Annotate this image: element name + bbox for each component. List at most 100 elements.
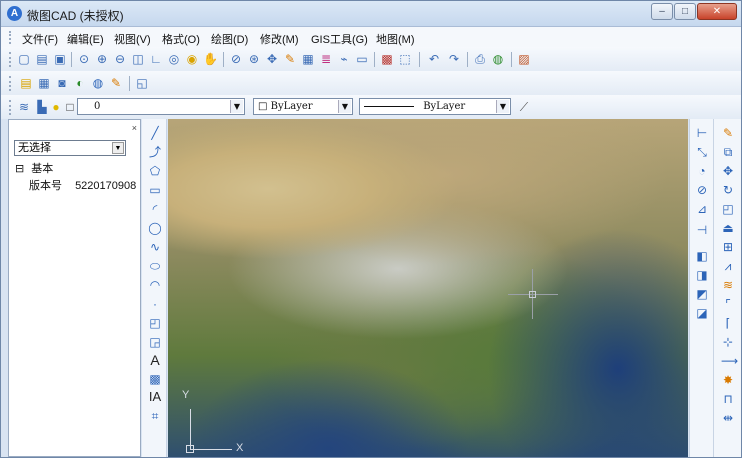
spline-icon[interactable]: ∿ bbox=[148, 240, 162, 254]
layer-state-icon[interactable]: ▙ bbox=[35, 100, 49, 114]
light-icon[interactable]: ◉ bbox=[185, 52, 199, 66]
globe-icon[interactable]: ◍ bbox=[491, 52, 505, 66]
polygon-icon[interactable]: ⬠ bbox=[148, 164, 162, 178]
polyline-icon[interactable]: ⤴ bbox=[148, 145, 162, 159]
menu-draw[interactable]: 绘图(D) bbox=[211, 31, 248, 47]
ruler-icon[interactable]: ◫ bbox=[131, 52, 145, 66]
note-icon[interactable]: ▤ bbox=[19, 76, 33, 90]
dimension-continue-icon[interactable]: ⊣ bbox=[695, 223, 709, 237]
stretch-icon[interactable]: ⏏ bbox=[721, 221, 735, 235]
cloud-icon[interactable]: ◐ bbox=[73, 76, 87, 90]
line-icon[interactable]: ╱ bbox=[148, 126, 162, 140]
color-select[interactable]: □ ByLayer ▼ bbox=[253, 98, 353, 115]
toolbar-grip[interactable] bbox=[9, 100, 12, 115]
panel-close-icon[interactable]: × bbox=[132, 123, 137, 133]
table-icon[interactable]: ▦ bbox=[37, 76, 51, 90]
property-row-version[interactable]: 版本号 5220170908 bbox=[29, 177, 136, 193]
edit-icon[interactable]: ✎ bbox=[109, 76, 123, 90]
menu-edit[interactable]: 编辑(E) bbox=[67, 31, 104, 47]
dimension-linear-icon[interactable]: ⊢ bbox=[695, 126, 709, 140]
chamfer-icon[interactable]: ⌈ bbox=[721, 316, 735, 330]
copy-icon[interactable]: ⧉ bbox=[721, 145, 735, 159]
dimension-aligned-icon[interactable]: ⤡ bbox=[695, 145, 709, 159]
zoom-extents-icon[interactable]: ◎ bbox=[167, 52, 181, 66]
hatch-icon[interactable]: ▩ bbox=[148, 372, 162, 386]
menu-view[interactable]: 视图(V) bbox=[114, 31, 151, 47]
layer-icon-b[interactable]: ◨ bbox=[695, 268, 709, 282]
brush-icon[interactable]: ⌁ bbox=[337, 52, 351, 66]
layer-select[interactable]: 0 ▼ bbox=[77, 98, 245, 115]
layers-icon[interactable]: ≣ bbox=[319, 52, 333, 66]
pencil-icon[interactable]: ✎ bbox=[283, 52, 297, 66]
print-icon[interactable]: ⎙ bbox=[473, 52, 487, 66]
mtext-icon[interactable]: IA bbox=[148, 390, 162, 404]
ellipse-arc-icon[interactable]: ◠ bbox=[148, 278, 162, 292]
property-group-basic[interactable]: ⊟ 基本 bbox=[15, 160, 53, 176]
layer-icon-a[interactable]: ◧ bbox=[695, 249, 709, 263]
zoom-realtime-icon[interactable]: ⊛ bbox=[247, 52, 261, 66]
scale-icon[interactable]: ◰ bbox=[721, 202, 735, 216]
array-icon[interactable]: ⊞ bbox=[721, 240, 735, 254]
drawing-canvas[interactable]: Y X bbox=[168, 119, 688, 457]
lineweight-icon[interactable]: ⟋ bbox=[517, 100, 531, 114]
pencil-icon[interactable]: ✎ bbox=[721, 126, 735, 140]
table-icon[interactable]: ⌗ bbox=[148, 409, 162, 423]
photo-icon[interactable]: ▨ bbox=[517, 52, 531, 66]
selection-icon[interactable]: ⬚ bbox=[398, 52, 412, 66]
break-icon[interactable]: ⊓ bbox=[721, 392, 735, 406]
dimension-diameter-icon[interactable]: ⊘ bbox=[695, 183, 709, 197]
move-icon[interactable]: ✥ bbox=[721, 164, 735, 178]
rectangle-icon[interactable]: ▭ bbox=[355, 52, 369, 66]
sun-icon[interactable]: ● bbox=[49, 100, 63, 114]
zoom-out-icon[interactable]: ⊖ bbox=[113, 52, 127, 66]
insert-block-icon[interactable]: ◰ bbox=[148, 316, 162, 330]
hand-icon[interactable]: ✋ bbox=[203, 52, 218, 66]
rotate-icon[interactable]: ↻ bbox=[721, 183, 735, 197]
arc-icon[interactable]: ◜ bbox=[148, 202, 162, 216]
text-icon[interactable]: A bbox=[148, 353, 162, 367]
trim-icon[interactable]: ⊹ bbox=[721, 335, 735, 349]
menu-format[interactable]: 格式(O) bbox=[162, 31, 200, 47]
extend-icon[interactable]: ⟶ bbox=[721, 354, 738, 368]
properties-icon[interactable]: ▩ bbox=[380, 52, 394, 66]
color-square-icon[interactable]: □ bbox=[63, 100, 77, 114]
zoom-prev-icon[interactable]: ⊘ bbox=[229, 52, 243, 66]
menu-map[interactable]: 地图(M) bbox=[376, 31, 415, 47]
fillet-icon[interactable]: ⌜ bbox=[721, 297, 735, 311]
linetype-select[interactable]: ByLayer ▼ bbox=[359, 98, 511, 115]
menubar-grip[interactable] bbox=[9, 31, 12, 44]
point-icon[interactable]: · bbox=[148, 297, 162, 311]
toolbar-grip[interactable] bbox=[9, 76, 12, 91]
toolbar-grip[interactable] bbox=[9, 52, 12, 67]
image-icon[interactable]: ▦ bbox=[301, 52, 315, 66]
new-file-icon[interactable]: ▢ bbox=[17, 52, 31, 66]
menu-gis-tools[interactable]: GIS工具(G) bbox=[311, 31, 368, 47]
zoom-window-icon[interactable]: ⊙ bbox=[77, 52, 91, 66]
save-icon[interactable]: ▣ bbox=[53, 52, 67, 66]
circle-icon[interactable]: ◯ bbox=[148, 221, 162, 235]
camera-icon[interactable]: ◙ bbox=[55, 76, 69, 90]
layer-icon-d[interactable]: ◪ bbox=[695, 306, 709, 320]
collapse-icon[interactable]: ⊟ bbox=[15, 163, 24, 175]
ellipse-icon[interactable]: ⬭ bbox=[148, 259, 162, 273]
open-icon[interactable]: ▤ bbox=[35, 52, 49, 66]
angle-icon[interactable]: ∟ bbox=[149, 52, 163, 66]
zoom-in-icon[interactable]: ⊕ bbox=[95, 52, 109, 66]
mirror-icon[interactable]: ⩘ bbox=[721, 259, 735, 273]
undo-icon[interactable]: ↶ bbox=[427, 52, 441, 66]
make-block-icon[interactable]: ◲ bbox=[148, 335, 162, 349]
menu-modify[interactable]: 修改(M) bbox=[260, 31, 299, 47]
globe-icon[interactable]: ◍ bbox=[91, 76, 105, 90]
offset-icon[interactable]: ≋ bbox=[721, 278, 735, 292]
explode-icon[interactable]: ✸ bbox=[721, 373, 735, 387]
layers-icon[interactable]: ≋ bbox=[17, 100, 31, 114]
dimension-angle-icon[interactable]: ⊿ bbox=[695, 202, 709, 216]
join-icon[interactable]: ⇹ bbox=[721, 411, 735, 425]
minimize-button[interactable]: – bbox=[651, 3, 673, 20]
close-button[interactable]: ✕ bbox=[697, 3, 737, 20]
selection-filter-select[interactable]: 无选择 ▼ bbox=[14, 140, 126, 156]
menu-file[interactable]: 文件(F) bbox=[22, 31, 58, 47]
redo-icon[interactable]: ↷ bbox=[447, 52, 461, 66]
rectangle-icon[interactable]: ▭ bbox=[148, 183, 162, 197]
maximize-button[interactable]: □ bbox=[674, 3, 696, 20]
